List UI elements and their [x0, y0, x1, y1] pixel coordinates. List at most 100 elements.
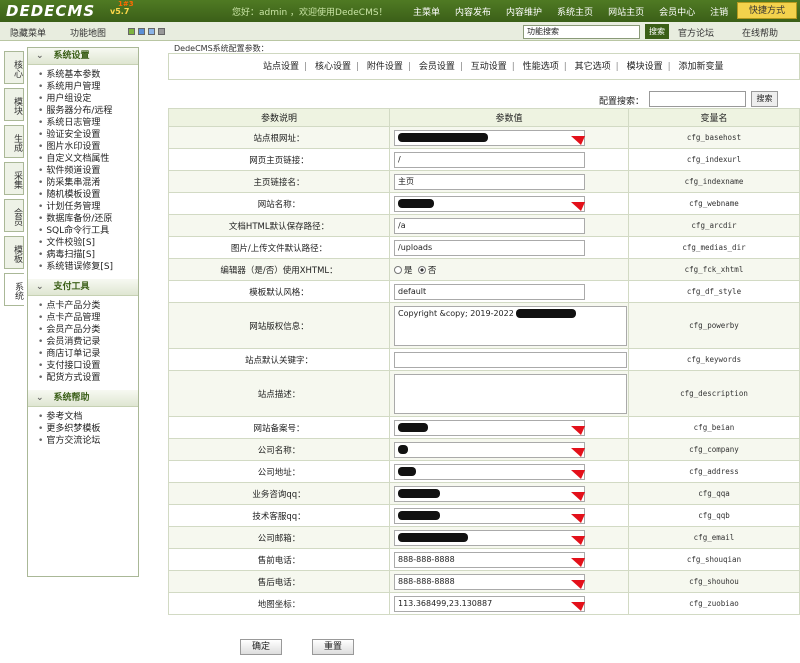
tab-core[interactable]: 核心: [4, 51, 24, 84]
function-search-button[interactable]: 搜索: [645, 24, 669, 39]
sidebar-item-logs[interactable]: 系统日志管理: [38, 117, 138, 129]
sidebar-item-more-templates[interactable]: 更多织梦模板: [38, 423, 138, 435]
sidebar-item-payment-api[interactable]: 支付接口设置: [38, 360, 138, 372]
nav-site-home[interactable]: 网站主页: [608, 5, 644, 18]
tab-member[interactable]: 会员: [4, 199, 24, 232]
sidebar-item-users[interactable]: 系统用户管理: [38, 81, 138, 93]
sidebar-item-random-template[interactable]: 随机模板设置: [38, 189, 138, 201]
basehost-input[interactable]: [394, 129, 585, 146]
shortcut-button[interactable]: 快捷方式: [737, 2, 797, 19]
sidebar-item-docs[interactable]: 参考文档: [38, 411, 138, 423]
skin-blue-icon[interactable]: [138, 28, 145, 35]
table-row: 主页链接名： 主页 cfg_indexname: [168, 170, 800, 193]
online-help-link[interactable]: 在线帮助: [742, 26, 778, 39]
skin-gray-icon[interactable]: [158, 28, 165, 35]
sidebar-item-software-channel[interactable]: 软件频道设置: [38, 165, 138, 177]
qqa-input[interactable]: [394, 485, 585, 502]
tab-interaction-settings[interactable]: 互动设置: [471, 62, 507, 72]
sidebar-item-card-products[interactable]: 点卡产品管理: [38, 312, 138, 324]
skin-green-icon[interactable]: [128, 28, 135, 35]
hide-menu-link[interactable]: 隐藏菜单: [10, 26, 46, 39]
shouhou-input[interactable]: 888-888-8888: [394, 573, 585, 590]
tab-core-settings[interactable]: 核心设置: [315, 62, 351, 72]
tab-other-options[interactable]: 其它选项: [575, 62, 611, 72]
sidebar-item-watermark[interactable]: 图片水印设置: [38, 141, 138, 153]
nav-publish[interactable]: 内容发布: [455, 5, 491, 18]
df-style-input[interactable]: default: [394, 283, 585, 300]
sidebar-item-orders[interactable]: 商店订单记录: [38, 348, 138, 360]
sidebar-item-backup[interactable]: 数据库备份/还原: [38, 213, 138, 225]
sidebar-item-file-check[interactable]: 文件校验[S]: [38, 237, 138, 249]
tab-module-settings[interactable]: 模块设置: [627, 62, 663, 72]
nav-member-center[interactable]: 会员中心: [659, 5, 695, 18]
section-header-help[interactable]: ⌄ 系统帮助: [28, 390, 138, 407]
indexname-input[interactable]: 主页: [394, 173, 585, 190]
version-label: v5.7: [110, 7, 130, 16]
company-input[interactable]: [394, 441, 585, 458]
zuobiao-input[interactable]: 113.368499,23.130887: [394, 595, 585, 612]
sidebar-item-doc-attrs[interactable]: 自定义文档属性: [38, 153, 138, 165]
sidebar-item-card-category[interactable]: 点卡产品分类: [38, 300, 138, 312]
tab-attachment-settings[interactable]: 附件设置: [367, 62, 403, 72]
powerby-textarea[interactable]: Copyright &copy; 2019-2022: [394, 305, 627, 346]
sidebar-item-remote[interactable]: 服务器分布/远程: [38, 105, 138, 117]
webname-input[interactable]: [394, 195, 585, 212]
tab-member-settings[interactable]: 会员设置: [419, 62, 455, 72]
skin-swatches: [128, 28, 168, 35]
module-tabs: 核心 模块 生成 采集 会员 模板 系统: [4, 51, 24, 310]
sidebar-item-forum[interactable]: 官方交流论坛: [38, 435, 138, 447]
function-search-input[interactable]: 功能搜索: [523, 25, 640, 39]
tab-site-settings[interactable]: 站点设置: [263, 62, 299, 72]
tab-system[interactable]: 系统: [4, 273, 24, 306]
section-header-system-settings[interactable]: ⌄ 系统设置: [28, 48, 138, 65]
address-input[interactable]: [394, 463, 585, 480]
radio-no[interactable]: [417, 266, 426, 274]
tab-collect[interactable]: 采集: [4, 162, 24, 195]
config-search-button[interactable]: 搜索: [751, 91, 778, 107]
description-textarea[interactable]: [394, 373, 627, 414]
radio-yes[interactable]: [394, 266, 402, 274]
config-search-input[interactable]: [649, 91, 746, 107]
reset-button[interactable]: 重置: [312, 639, 354, 655]
sidebar-item-member-category[interactable]: 会员产品分类: [38, 324, 138, 336]
sidebar-item-anti-collect[interactable]: 防采集串混淆: [38, 177, 138, 189]
sidebar-item-basic-params[interactable]: 系统基本参数: [38, 69, 138, 81]
tab-generate[interactable]: 生成: [4, 125, 24, 158]
table-row: 售前电话： 888-888-8888 cfg_shouqian: [168, 548, 800, 571]
table-row: 网站版权信息： Copyright &copy; 2019-2022 cfg_p…: [168, 302, 800, 349]
beian-input[interactable]: [394, 419, 585, 436]
nav-logout[interactable]: 注销: [710, 5, 728, 18]
nav-maintain[interactable]: 内容维护: [506, 5, 542, 18]
tab-performance[interactable]: 性能选项: [523, 62, 559, 72]
email-input[interactable]: [394, 529, 585, 546]
sidebar-item-tasks[interactable]: 计划任务管理: [38, 201, 138, 213]
arcdir-input[interactable]: /a: [394, 217, 585, 234]
table-row: 站点根网址： cfg_basehost: [168, 126, 800, 149]
medias-dir-input[interactable]: /uploads: [394, 239, 585, 256]
nav-main-menu[interactable]: 主菜单: [413, 5, 440, 18]
official-forum-link[interactable]: 官方论坛: [678, 26, 714, 39]
site-map-link[interactable]: 功能地图: [70, 26, 106, 39]
sidebar-item-security[interactable]: 验证安全设置: [38, 129, 138, 141]
keywords-input[interactable]: [394, 351, 627, 368]
tab-modules[interactable]: 模块: [4, 88, 24, 121]
config-search-row: 配置搜索： 搜索: [168, 91, 800, 108]
tab-add-variable[interactable]: 添加新变量: [679, 62, 724, 72]
redacted-block: [398, 532, 468, 542]
shouqian-input[interactable]: 888-888-8888: [394, 551, 585, 568]
qqb-input[interactable]: [394, 507, 585, 524]
sidebar-item-consume-records[interactable]: 会员消费记录: [38, 336, 138, 348]
sidebar-item-error-repair[interactable]: 系统错误修复[S]: [38, 261, 138, 273]
red-arrow-icon: [571, 580, 585, 589]
indexurl-input[interactable]: /: [394, 151, 585, 168]
dedecms-logo[interactable]: DEDECMS: [6, 2, 95, 20]
confirm-button[interactable]: 确定: [240, 639, 282, 655]
sidebar-item-delivery[interactable]: 配货方式设置: [38, 372, 138, 384]
tab-template[interactable]: 模板: [4, 236, 24, 269]
sidebar-item-user-groups[interactable]: 用户组设定: [38, 93, 138, 105]
section-header-payment[interactable]: ⌄ 支付工具: [28, 279, 138, 296]
sidebar-item-virus-scan[interactable]: 病毒扫描[S]: [38, 249, 138, 261]
skin-lightblue-icon[interactable]: [148, 28, 155, 35]
sidebar-item-sql-tool[interactable]: SQL命令行工具: [38, 225, 138, 237]
nav-system-home[interactable]: 系统主页: [557, 5, 593, 18]
